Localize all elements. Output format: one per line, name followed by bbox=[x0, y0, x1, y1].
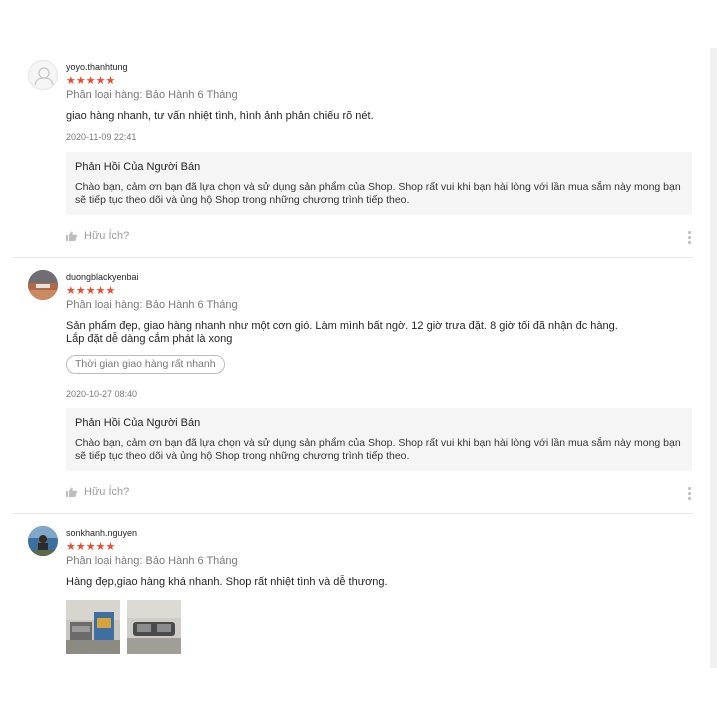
star-rating: ★★★★★ bbox=[66, 75, 116, 87]
helpful-label: Hữu Ích? bbox=[84, 486, 130, 498]
review-timestamp: 2020-11-09 22:41 bbox=[66, 132, 137, 142]
product-photo bbox=[127, 600, 181, 654]
seller-reply-line: Chào bạn, cảm ơn bạn đã lựa chọn và sử d… bbox=[75, 437, 681, 449]
seller-reply-line: sẽ tiếp tục theo dõi và ủng hộ Shop tron… bbox=[75, 449, 410, 462]
thumbs-up-icon bbox=[66, 231, 77, 241]
avatar-photo bbox=[28, 526, 58, 556]
avatar[interactable] bbox=[28, 270, 58, 300]
review-comment: Hàng đẹp,giao hàng khá nhanh. Shop rất n… bbox=[66, 576, 388, 588]
helpful-label: Hữu Ích? bbox=[84, 230, 130, 242]
seller-reply-title: Phản Hồi Của Người Bán bbox=[75, 161, 201, 173]
thumbs-up-icon bbox=[66, 487, 77, 497]
helpful-button[interactable]: Hữu Ích? bbox=[66, 486, 129, 498]
seller-reply-line: Chào bạn, cảm ơn bạn đã lựa chọn và sử d… bbox=[75, 181, 681, 193]
review-timestamp: 2020-10-27 08:40 bbox=[66, 389, 138, 399]
review-username[interactable]: yoyo.thanhtung bbox=[66, 62, 693, 72]
seller-reply-line: sẽ tiếp tục theo dõi và ủng hộ Shop tron… bbox=[75, 193, 410, 206]
review-comment: giao hàng nhanh, tư vấn nhiệt tình, hình… bbox=[66, 110, 374, 122]
avatar[interactable] bbox=[28, 526, 58, 556]
review-photo[interactable] bbox=[127, 600, 181, 654]
avatar-photo bbox=[28, 270, 58, 300]
scrollbar-track[interactable] bbox=[710, 48, 717, 668]
seller-reply: Phản Hồi Của Người Bán Chào bạn, cảm ơn … bbox=[66, 152, 692, 215]
review-divider bbox=[12, 257, 693, 258]
star-rating: ★★★★★ bbox=[66, 285, 116, 297]
review-username[interactable]: sonkhanh.nguyen bbox=[66, 528, 693, 538]
helpful-button[interactable]: Hữu Ích? bbox=[66, 230, 129, 242]
product-photo bbox=[66, 600, 120, 654]
review-photo[interactable] bbox=[66, 600, 120, 654]
seller-reply-title: Phản Hồi Của Người Bán bbox=[75, 417, 201, 429]
review-comment: Sản phẩm đẹp, giao hàng nhanh như một cơ… bbox=[66, 320, 693, 346]
review-tag: Thời gian giao hàng rất nhanh bbox=[66, 355, 225, 374]
seller-reply: Phản Hồi Của Người Bán Chào bạn, cảm ơn … bbox=[66, 408, 692, 471]
star-rating: ★★★★★ bbox=[66, 541, 116, 553]
review-comment-line: Lắp đặt dễ dàng cắm phát là xong bbox=[66, 333, 233, 345]
user-icon bbox=[34, 67, 54, 86]
review-username[interactable]: duongblackyenbai bbox=[66, 272, 693, 282]
review-divider bbox=[12, 513, 693, 514]
review-variation: Phân loại hàng: Bảo Hành 6 Tháng bbox=[66, 299, 238, 311]
avatar[interactable] bbox=[28, 60, 58, 90]
review-variation: Phân loại hàng: Bảo Hành 6 Tháng bbox=[66, 555, 238, 567]
more-vertical-icon[interactable] bbox=[688, 487, 692, 502]
review-variation: Phân loại hàng: Bảo Hành 6 Tháng bbox=[66, 89, 238, 101]
more-vertical-icon[interactable] bbox=[688, 231, 692, 246]
review-comment-line: Sản phẩm đẹp, giao hàng nhanh như một cơ… bbox=[66, 320, 618, 332]
